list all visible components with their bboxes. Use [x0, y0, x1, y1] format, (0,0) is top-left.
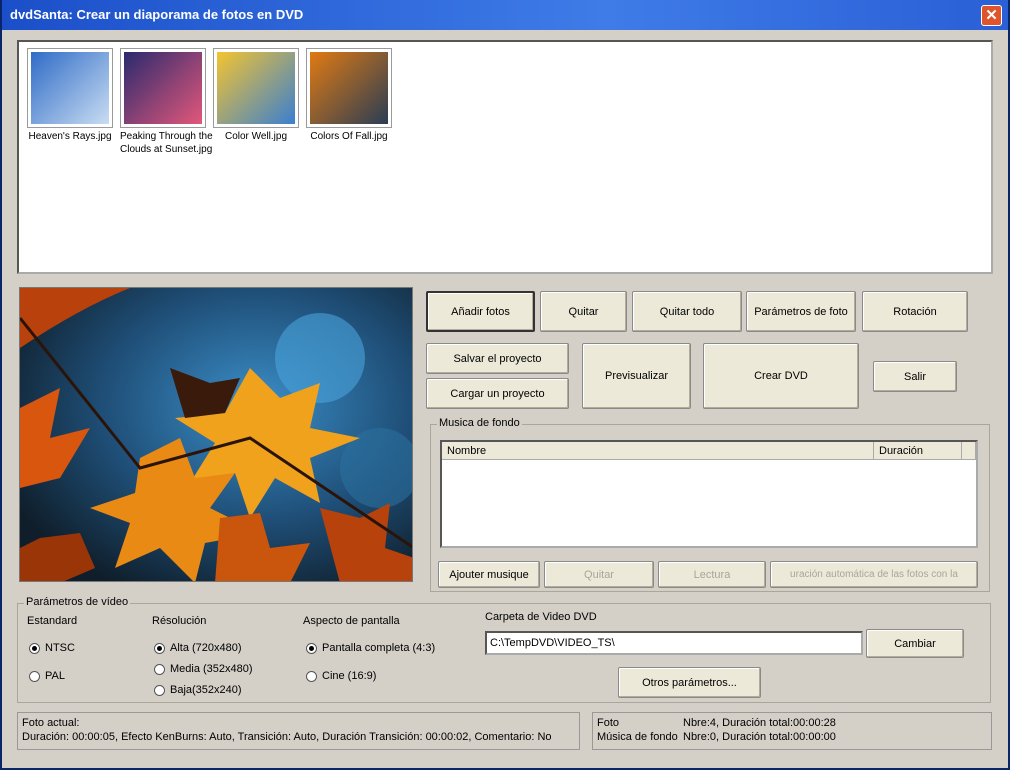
standard-label: Estandard	[27, 615, 78, 627]
play-music-button[interactable]: Lectura	[658, 561, 766, 588]
radio-dot	[154, 663, 165, 675]
music-list[interactable]: Nombre Duración	[440, 440, 978, 548]
radio-fullscreen[interactable]: Pantalla completa (4:3)	[306, 642, 435, 654]
close-icon[interactable]: ✕	[981, 5, 1002, 26]
radio-ntsc[interactable]: NTSC	[29, 642, 75, 654]
summary-music-value: Nbre:0, Duración total:00:00:00	[683, 731, 836, 743]
auto-duration-button[interactable]: uración automática de las fotos con la	[770, 561, 978, 588]
thumbnail-label: Colors Of Fall.jpg	[310, 131, 388, 142]
radio-dot	[306, 642, 317, 654]
photo-params-button[interactable]: Parámetros de foto	[746, 291, 856, 332]
current-photo-status: Foto actual: Duración: 00:00:05, Efecto …	[17, 712, 580, 750]
radio-low[interactable]: Baja(352x240)	[154, 684, 242, 696]
remove-all-button[interactable]: Quitar todo	[632, 291, 742, 332]
column-header-duration[interactable]: Duración	[874, 442, 962, 460]
current-photo-detail: Duración: 00:00:05, Efecto KenBurns: Aut…	[22, 731, 552, 743]
photo-preview	[19, 287, 413, 582]
column-header-filler	[962, 442, 976, 460]
column-header-name[interactable]: Nombre	[442, 442, 874, 460]
change-folder-button[interactable]: Cambiar	[866, 629, 964, 658]
radio-dot	[29, 642, 40, 654]
dvd-folder-label: Carpeta de Video DVD	[485, 611, 597, 623]
thumbnail-image	[27, 48, 113, 128]
group-label: Parámetros de vídeo	[24, 596, 131, 608]
window-title: dvdSanta: Crear un diaporama de fotos en…	[10, 7, 304, 22]
create-dvd-button[interactable]: Crear DVD	[703, 343, 859, 409]
autumn-leaves-image	[20, 288, 412, 581]
thumbnail-item[interactable]: Peaking Through the Clouds at Sunset.jpg	[120, 48, 213, 156]
other-params-button[interactable]: Otros parámetros...	[618, 667, 761, 698]
rotation-button[interactable]: Rotación	[862, 291, 968, 332]
exit-button[interactable]: Salir	[873, 361, 957, 392]
preview-button[interactable]: Previsualizar	[582, 343, 691, 409]
radio-pal[interactable]: PAL	[29, 670, 65, 682]
photo-gallery[interactable]: Heaven's Rays.jpg Peaking Through the Clo…	[17, 40, 993, 274]
add-music-button[interactable]: Ajouter musique	[438, 561, 540, 588]
remove-music-button[interactable]: Quitar	[544, 561, 654, 588]
radio-cinema[interactable]: Cine (16:9)	[306, 670, 376, 682]
dvd-folder-input[interactable]: C:\TempDVD\VIDEO_TS\	[485, 631, 863, 655]
resolution-label: Résolución	[152, 615, 207, 627]
add-photos-button[interactable]: Añadir fotos	[426, 291, 535, 332]
thumbnail-item[interactable]: Color Well.jpg	[213, 48, 299, 143]
thumbnail-item[interactable]: Colors Of Fall.jpg	[306, 48, 392, 143]
save-project-button[interactable]: Salvar el proyecto	[426, 343, 569, 374]
radio-medium[interactable]: Media (352x480)	[154, 663, 253, 675]
thumbnail-label: Heaven's Rays.jpg	[28, 131, 112, 142]
radio-dot	[154, 642, 165, 654]
thumbnail-label: Color Well.jpg	[224, 131, 288, 142]
thumbnail-image	[120, 48, 206, 128]
current-photo-title: Foto actual:	[22, 717, 80, 729]
summary-music-label: Música de fondo	[597, 731, 678, 743]
remove-button[interactable]: Quitar	[540, 291, 627, 332]
thumbnail-item[interactable]: Heaven's Rays.jpg	[27, 48, 113, 143]
aspect-label: Aspecto de pantalla	[303, 615, 400, 627]
summary-photo-value: Nbre:4, Duración total:00:00:28	[683, 717, 836, 729]
thumbnail-image	[306, 48, 392, 128]
summary-photo-label: Foto	[597, 717, 620, 729]
radio-dot	[154, 684, 165, 696]
title-bar[interactable]: dvdSanta: Crear un diaporama de fotos en…	[2, 0, 1008, 30]
load-project-button[interactable]: Cargar un proyecto	[426, 378, 569, 409]
summary-status: Foto Nbre:4, Duración total:00:00:28 Mús…	[592, 712, 992, 750]
radio-dot	[306, 670, 317, 682]
thumbnail-label: Peaking Through the Clouds at Sunset.jpg	[120, 131, 213, 155]
thumbnail-image	[213, 48, 299, 128]
group-label: Musica de fondo	[437, 417, 522, 429]
radio-high[interactable]: Alta (720x480)	[154, 642, 242, 654]
radio-dot	[29, 670, 40, 682]
